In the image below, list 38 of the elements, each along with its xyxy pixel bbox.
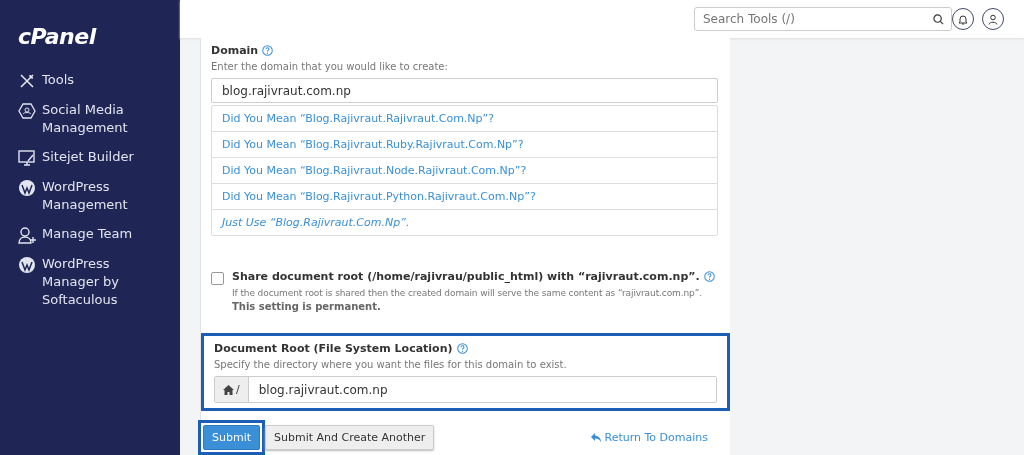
person-add-icon [18, 226, 36, 244]
field-hint: Enter the domain that you would like to create: [211, 61, 449, 72]
sidebar-item[interactable]: Social Media Management [18, 101, 148, 137]
sidebar-item[interactable]: Manage Team [18, 225, 148, 244]
cpanel-logo: cPanel [18, 24, 96, 49]
document-root-field[interactable]: / blog.rajivraut.com.np [214, 376, 717, 403]
suggestion-option[interactable]: Did You Mean “Blog.Rajivraut.Rajivraut.Com.Np”? [212, 106, 717, 131]
fallback-option[interactable]: Just Use “Blog.Rajivraut.Com.Np”. [212, 209, 717, 235]
help-icon[interactable] [703, 271, 715, 282]
help-icon[interactable] [262, 45, 274, 56]
checkbox-label: Share document root (/home/rajivrau/public_html) with “rajivraut.com.np”. [232, 270, 700, 283]
tools-icon [18, 72, 36, 90]
wordpress-icon [18, 256, 36, 274]
search-field[interactable]: Search Tools (/) [694, 7, 952, 31]
sidebar-item[interactable]: Tools [18, 71, 148, 90]
sidebar-item[interactable]: WordPress Management [18, 178, 148, 214]
path-prefix: / [236, 383, 240, 396]
hexagon-icon [18, 102, 36, 120]
wordpress-icon [18, 179, 36, 197]
help-icon[interactable] [456, 343, 468, 354]
sidebar-item[interactable]: Sitejet Builder [18, 148, 148, 167]
suggestion-option[interactable]: Did You Mean “Blog.Rajivraut.Python.Rajivraut.Com.Np”? [212, 183, 717, 209]
user-icon [988, 13, 998, 25]
sidebar-item[interactable]: WordPress Manager by Softaculous [18, 255, 148, 309]
field-label: Document Root (File System Location) [214, 342, 453, 355]
help-text: If the document root is shared then the created domain will serve the same content as “rajivraut.com.np”. [232, 288, 704, 298]
domain-field[interactable]: blog.rajivraut.com.np [211, 78, 718, 103]
field-hint: Specify the directory where you want the files for this domain to exist. [214, 359, 568, 370]
secondary-button[interactable]: Submit And Create Another [265, 425, 435, 450]
reply-arrow-icon [590, 432, 602, 443]
suggestion-option[interactable]: Did You Mean “Blog.Rajivraut.Ruby.Rajivraut.Com.Np”? [212, 131, 717, 157]
field-label: Domain [211, 44, 259, 57]
home-icon [223, 384, 234, 395]
warning-text: This setting is permanent. [232, 301, 382, 312]
monitor-icon [18, 149, 36, 167]
bell-icon [958, 13, 968, 25]
checkbox[interactable] [211, 272, 224, 285]
suggestion-option[interactable]: Did You Mean “Blog.Rajivraut.Node.Rajivraut.Com.Np”? [212, 157, 717, 183]
